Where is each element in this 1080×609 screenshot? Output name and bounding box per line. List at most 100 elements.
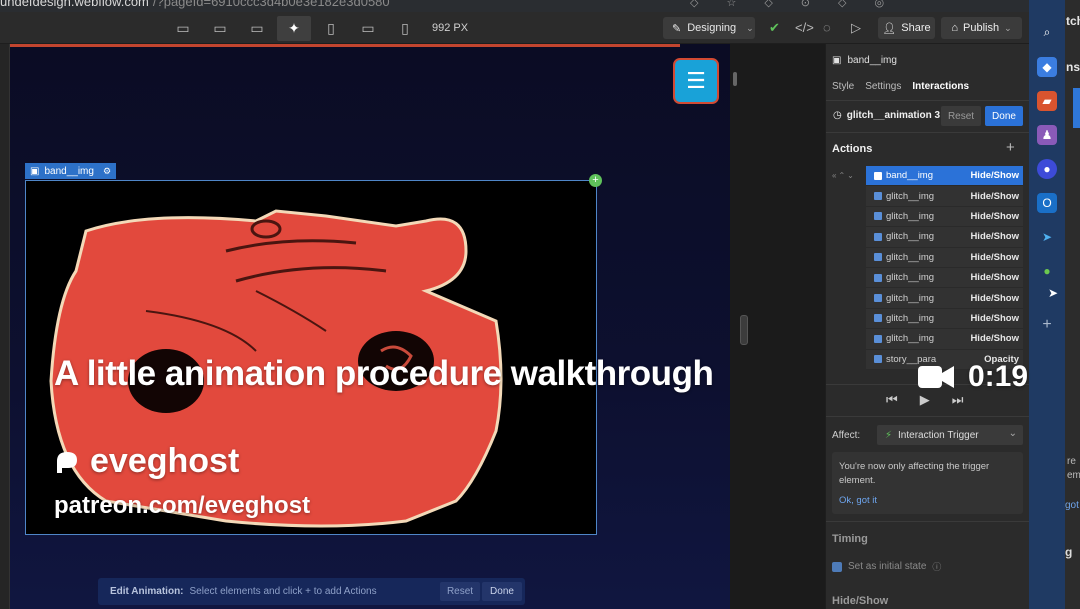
animation-name: ◷ glitch__animation 3 — [833, 110, 941, 121]
animation-done-button[interactable]: Done — [985, 106, 1023, 126]
add-icon[interactable]: + — [1037, 315, 1057, 335]
edit-animation-done-button[interactable]: Done — [482, 582, 522, 601]
affect-info-note: You're now only affecting the trigger el… — [832, 452, 1023, 514]
action-target: glitch__img — [886, 312, 935, 324]
element-icon — [874, 253, 882, 262]
breakpoint-desktop-medium-icon[interactable]: ▭ — [203, 16, 237, 41]
search-icon[interactable]: ⌕ — [1037, 22, 1057, 42]
add-action-plus-icon[interactable]: + — [1006, 139, 1015, 156]
copilot-icon[interactable]: ● — [1037, 159, 1057, 179]
patreon-icon — [57, 451, 77, 473]
element-icon — [874, 334, 882, 343]
action-target: band__img — [886, 170, 934, 182]
action-target: glitch__img — [886, 210, 935, 222]
action-type: Hide/Show — [970, 292, 1019, 304]
divider — [826, 132, 1030, 133]
selected-element-badge[interactable]: ▣ band__img ⚙ — [25, 163, 117, 179]
breakpoint-mobile-portrait-icon[interactable]: ▯ — [388, 16, 422, 41]
element-icon — [874, 273, 882, 282]
action-row[interactable]: glitch__img Hide/Show — [866, 267, 1023, 289]
left-toolbar-edge — [0, 44, 10, 609]
interactions-panel: ▣ band__img Style Settings Interactions … — [825, 44, 1030, 609]
tab-interactions[interactable]: Interactions — [912, 81, 969, 92]
tab-style[interactable]: Style — [832, 81, 854, 92]
action-row[interactable]: glitch__img Hide/Show — [866, 329, 1023, 350]
animation-reset-button[interactable]: Reset — [941, 106, 981, 126]
action-row[interactable]: glitch__img Hide/Show — [866, 186, 1023, 207]
action-row[interactable]: glitch__img Hide/Show — [866, 247, 1023, 268]
briefcase-icon[interactable]: ▰ — [1037, 91, 1057, 111]
element-icon — [874, 232, 882, 241]
video-title: A little animation procedure walkthrough — [54, 354, 714, 393]
skip-back-icon[interactable]: ⏮ — [886, 392, 898, 408]
canvas-nav-accent-line — [10, 44, 680, 47]
initial-state-checkbox[interactable] — [832, 561, 842, 572]
ok-got-it-link[interactable]: Ok, got it — [839, 494, 1016, 508]
element-icon — [874, 171, 882, 180]
divider — [826, 416, 1030, 417]
canvas-scrollbar[interactable] — [733, 72, 737, 86]
offscreen-panel-edge: tch ns re em got g — [1065, 0, 1080, 609]
element-icon — [874, 212, 882, 221]
lightning-icon: ⚡︎ — [885, 429, 893, 441]
actions-heading: Actions — [832, 143, 873, 155]
image-icon: ▣ — [832, 55, 842, 66]
breakpoint-desktop-icon[interactable]: ▭ — [240, 16, 274, 41]
action-target: glitch__img — [886, 292, 935, 304]
play-icon[interactable]: ▶ — [920, 392, 930, 408]
edit-animation-reset-button[interactable]: Reset — [440, 582, 480, 601]
chevron-down-icon: ⌄ — [1008, 428, 1017, 439]
panel-tabs: Style Settings Interactions — [832, 81, 969, 92]
breakpoint-mobile-landscape-icon[interactable]: ▭ — [351, 16, 385, 41]
panel-resize-handle[interactable] — [740, 315, 748, 345]
action-type: Hide/Show — [970, 170, 1019, 182]
action-type: Hide/Show — [970, 312, 1019, 324]
video-timestamp: 0:19 — [918, 360, 1028, 394]
tree-icon[interactable]: ● — [1037, 261, 1057, 281]
action-target: glitch__img — [886, 190, 935, 202]
action-row[interactable]: glitch__img Hide/Show — [866, 206, 1023, 228]
tag-icon[interactable]: ◆ — [1037, 57, 1057, 77]
skip-forward-icon[interactable]: ⏭ — [952, 392, 964, 408]
action-type: Hide/Show — [970, 251, 1019, 263]
publish-button[interactable]: ⌂ Publish ⌄ — [941, 17, 1022, 39]
breakpoint-base-icon[interactable]: ✦ — [277, 16, 311, 41]
mode-dropdown[interactable]: ✎ Designing ⌄ — [663, 17, 755, 39]
initial-state-option[interactable]: Set as initial state ⓘ — [832, 560, 941, 573]
add-element-plus-icon[interactable]: + — [589, 174, 602, 187]
action-row[interactable]: glitch__img Hide/Show — [866, 288, 1023, 309]
element-icon — [874, 294, 882, 303]
check-circle-icon[interactable]: ✔ — [769, 20, 780, 36]
tab-settings[interactable]: Settings — [865, 81, 901, 92]
action-row[interactable]: glitch__img Hide/Show — [866, 308, 1023, 330]
info-icon: ⓘ — [932, 562, 942, 572]
breakpoint-desktop-large-icon[interactable]: ▭ — [166, 16, 200, 41]
share-button[interactable]: 👤︎ Share — [878, 17, 935, 39]
send-icon[interactable]: ➤ — [1037, 227, 1057, 247]
clock-icon: ◷ — [833, 110, 842, 121]
design-canvas[interactable]: ☰ ▣ band__img ⚙ + Edit Animation: Select… — [10, 44, 730, 609]
chevron-down-icon: ⌄ — [1004, 22, 1012, 33]
games-icon[interactable]: ♟ — [1037, 125, 1057, 145]
playback-controls: ⏮ ▶ ⏭ — [886, 392, 963, 408]
video-camera-icon — [918, 366, 954, 388]
browser-url[interactable]: undefdesign.webflow.com/?pageId=6910ccc3… — [0, 0, 390, 9]
image-icon: ▣ — [30, 165, 40, 177]
timeline-control-icons[interactable]: «⌃⌄ — [832, 171, 856, 180]
element-icon — [874, 192, 882, 201]
preview-play-icon[interactable]: ▷ — [851, 20, 861, 36]
action-row[interactable]: band__img Hide/Show — [866, 166, 1023, 187]
breakpoint-tablet-icon[interactable]: ▯ — [314, 16, 348, 41]
browser-extension-icons[interactable]: ◇☆◇⊙◇◎ — [690, 0, 912, 9]
affect-dropdown[interactable]: ⚡︎ Interaction Trigger ⌄ — [877, 425, 1023, 445]
outlook-icon[interactable]: O — [1037, 193, 1057, 213]
action-type: Hide/Show — [970, 272, 1019, 284]
comment-icon[interactable]: ◌ — [823, 20, 831, 35]
action-type: Hide/Show — [970, 333, 1019, 345]
action-target: glitch__img — [886, 251, 935, 263]
gear-icon[interactable]: ⚙ — [103, 166, 111, 177]
action-row[interactable]: glitch__img Hide/Show — [866, 227, 1023, 248]
menu-hamburger-icon[interactable]: ☰ — [673, 58, 719, 104]
affect-label: Affect: — [832, 430, 861, 441]
code-icon[interactable]: </> — [795, 20, 814, 35]
